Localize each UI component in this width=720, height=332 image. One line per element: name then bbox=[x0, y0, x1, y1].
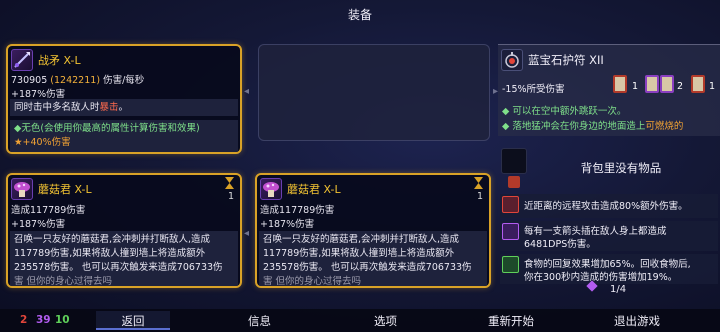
mutation-icon bbox=[502, 196, 519, 213]
weapon-name: 战矛 X-L bbox=[38, 54, 81, 67]
weapon-dps-crit: (1242211) bbox=[50, 75, 101, 86]
mutation-item[interactable]: 食物的回复效果增加65%。回收食物后, 你在300秒内造成的伤害增加19%。 bbox=[500, 254, 718, 284]
page-indicator: 1/4 bbox=[610, 284, 627, 295]
info-button[interactable]: 信息 bbox=[248, 313, 271, 329]
backpack-slot[interactable] bbox=[501, 148, 527, 174]
amulet-name: 蓝宝石护符 XII bbox=[528, 53, 604, 67]
weapon-desc-highlight: 暴击 bbox=[99, 102, 119, 113]
swap-arrow-icon: ◂ bbox=[244, 228, 250, 239]
mutation-text: 每有一支箭头插在敌人身上都造成 6481DPS伤害。 bbox=[524, 226, 667, 250]
skill-card-mushroom-2[interactable]: 蘑菇君 X-L 1 造成117789伤害 +187%伤害 召唤一只友好的蘑菇君,… bbox=[255, 173, 491, 288]
restart-button[interactable]: 重新开始 bbox=[488, 313, 534, 329]
weapon-desc-prefix: 同时击中多名敌人时 bbox=[14, 102, 100, 113]
skill-card-header: 蘑菇君 X-L 1 bbox=[257, 175, 489, 202]
back-button[interactable]: 返回 bbox=[96, 311, 170, 330]
skill-desc-line: 235578伤害。 也可以再次触发来造成706733伤 bbox=[263, 262, 472, 273]
skill-desc-line: 235578伤害。 也可以再次触发来造成706733伤 bbox=[14, 262, 223, 273]
skill-desc-line: 召唤一只友好的蘑菇君,会冲刺并打断敌人,造成 bbox=[14, 234, 211, 245]
skill-desc-line: 害 但你的身心过得去吗 bbox=[14, 276, 113, 287]
skill-desc-line: 117789伤害,如果将敌人撞到墙上将造成额外 bbox=[14, 248, 206, 259]
skill-card-header: 蘑菇君 X-L 1 bbox=[8, 175, 240, 202]
skill-damage: 造成117789伤害 bbox=[11, 205, 86, 216]
skill-cooldown: 1 bbox=[476, 191, 483, 202]
diamond-bullet-icon: ◆ bbox=[502, 106, 513, 117]
skill-name: 蘑菇君 X-L bbox=[287, 183, 341, 196]
skill-name: 蘑菇君 X-L bbox=[38, 183, 92, 196]
star-icon: ★ bbox=[14, 137, 23, 148]
weapon-affixes: ◆无色(会使用你最高的属性计算伤害和效果) ★+40%伤害 bbox=[10, 120, 238, 152]
weapon-affix-colorless: ◆无色(会使用你最高的属性计算伤害和效果) bbox=[14, 123, 200, 134]
screen-title: 装备 bbox=[347, 8, 372, 22]
backpack-empty-text: 背包里没有物品 bbox=[580, 161, 662, 175]
weapon-dps: 730905 (1242211) 伤害/每秒 bbox=[11, 72, 144, 86]
survival-count: 1 bbox=[709, 81, 716, 92]
hourglass-icon bbox=[474, 177, 483, 189]
skill-damage: 造成117789伤害 bbox=[260, 205, 335, 216]
mutation-item[interactable]: 每有一支箭头插在敌人身上都造成 6481DPS伤害。 bbox=[500, 221, 718, 251]
mutation-list: 近距离的远程攻击造成80%额外伤害。 每有一支箭头插在敌人身上都造成 6481DP… bbox=[498, 194, 720, 288]
mutation-header-icon bbox=[508, 176, 520, 188]
skill-bonus: +187%伤害 bbox=[260, 219, 315, 230]
skill-desc-line: 召唤一只友好的蘑菇君,会冲刺并打断敌人,造成 bbox=[263, 234, 460, 245]
mutation-item[interactable]: 近距离的远程攻击造成80%额外伤害。 bbox=[500, 194, 718, 218]
skill-description: 召唤一只友好的蘑菇君,会冲刺并打断敌人,造成 117789伤害,如果将敌人撞到墙… bbox=[10, 231, 238, 287]
swap-arrow-icon: ◂ bbox=[244, 86, 250, 97]
skill-desc-line: 害 但你的身心过得去吗 bbox=[263, 276, 362, 287]
weapon-dps-main: 730905 bbox=[11, 75, 48, 86]
skill-desc-line: 117789伤害,如果将敌人撞到墙上将造成额外 bbox=[263, 248, 455, 259]
mushroom-icon bbox=[260, 178, 282, 200]
weapon-desc-suffix: 。 bbox=[118, 102, 129, 113]
bottom-nav-bar: 2 39 10 返回 信息 选项 重新开始 退出游戏 bbox=[0, 309, 720, 332]
brutality-scroll-icon bbox=[691, 75, 705, 93]
skill-card-mushroom-1[interactable]: 蘑菇君 X-L 1 造成117789伤害 +187%伤害 召唤一只友好的蘑菇君,… bbox=[6, 173, 242, 288]
weapon-description: 同时击中多名敌人时暴击。 bbox=[10, 99, 238, 116]
mutation-icon bbox=[502, 256, 519, 273]
options-button[interactable]: 选项 bbox=[374, 313, 397, 329]
weapon-dps-unit: 伤害/每秒 bbox=[103, 75, 145, 86]
mutation-icon bbox=[502, 223, 519, 240]
amulet-affix-2: ◆ 落地猛冲会在你身边的地面造上可燃烧的 bbox=[502, 121, 684, 132]
mushroom-icon bbox=[11, 178, 33, 200]
skill-description: 召唤一只友好的蘑菇君,会冲刺并打断敌人,造成 117789伤害,如果将敌人撞到墙… bbox=[259, 231, 487, 287]
hourglass-icon bbox=[225, 177, 234, 189]
amulet-affix-1: ◆ 可以在空中额外跳跃一次。 bbox=[502, 106, 627, 117]
weapon-card-spear[interactable]: 战矛 X-L 730905 (1242211) 伤害/每秒 +187%伤害 同时… bbox=[6, 44, 242, 154]
diamond-bullet-icon: ◆ bbox=[502, 121, 513, 132]
weapon-bonus: +187%伤害 bbox=[11, 89, 66, 100]
skill-bonus: +187%伤害 bbox=[11, 219, 66, 230]
amulet-stat: -15%所受伤害 bbox=[502, 84, 565, 95]
amulet-panel[interactable]: 蓝宝石护符 XII 1 2 1 -15%所受伤害 ◆ 可以在空中额外跳跃一次。 … bbox=[498, 44, 720, 136]
weapon-affix-bonus: ★+40%伤害 bbox=[14, 137, 71, 148]
mutation-text: 近距离的远程攻击造成80%额外伤害。 bbox=[524, 201, 688, 212]
mutation-text: 食物的回复效果增加65%。回收食物后, 你在300秒内造成的伤害增加19%。 bbox=[524, 259, 691, 283]
weapon-card-header: 战矛 X-L bbox=[8, 46, 240, 72]
tactics-count: 2 bbox=[677, 81, 684, 92]
skill-cooldown: 1 bbox=[227, 191, 234, 202]
spear-icon bbox=[11, 49, 33, 71]
tactics-scroll-icon bbox=[660, 75, 674, 93]
tactics-scroll-icon bbox=[645, 75, 659, 93]
brutality-stat: 2 bbox=[20, 314, 28, 326]
tactics-stat: 39 bbox=[36, 314, 51, 326]
survival-stat: 10 bbox=[55, 314, 70, 326]
brutality-count: 1 bbox=[632, 81, 639, 92]
empty-weapon-slot[interactable] bbox=[258, 44, 490, 141]
amulet-icon bbox=[501, 49, 523, 71]
brutality-scroll-icon bbox=[613, 75, 627, 93]
quit-game-button[interactable]: 退出游戏 bbox=[614, 313, 660, 329]
